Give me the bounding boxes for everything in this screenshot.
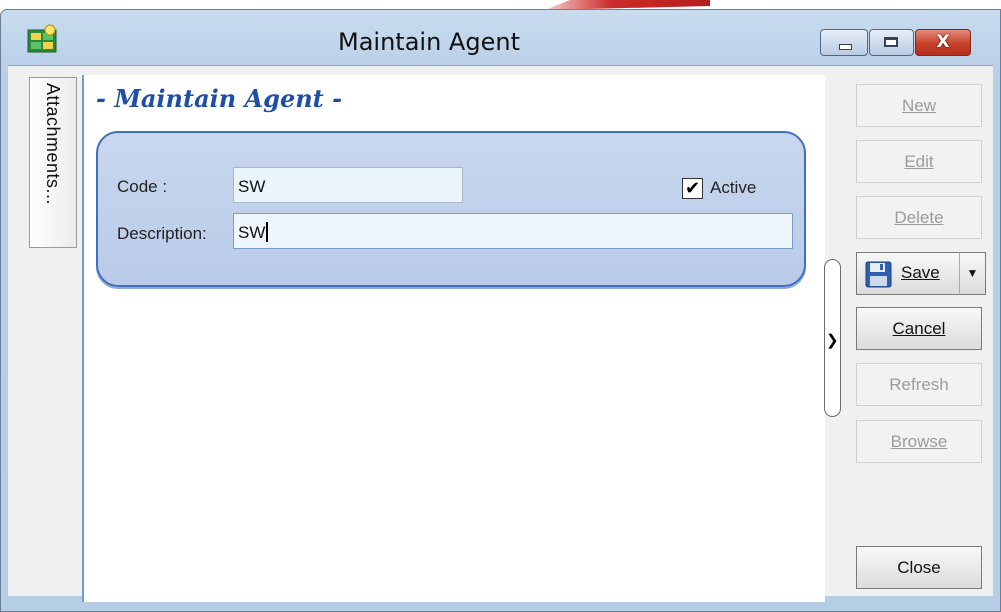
agent-details-panel — [96, 131, 806, 287]
description-value: SW — [238, 223, 266, 242]
browse-button-label: Browse — [890, 432, 948, 451]
page-title: - Maintain Agent - — [96, 84, 343, 113]
code-field[interactable]: SW — [233, 167, 463, 203]
cancel-button-label: Cancel — [892, 319, 946, 338]
delete-button[interactable]: Delete — [856, 196, 982, 239]
close-button[interactable]: Close — [856, 546, 982, 589]
close-window-button[interactable]: X — [915, 29, 971, 56]
new-button-label: New — [901, 96, 936, 115]
save-button[interactable]: Save — [856, 252, 960, 295]
chevron-right-icon[interactable]: ❯ — [826, 331, 839, 349]
text-cursor — [266, 221, 269, 242]
refresh-button-label: Refresh — [889, 375, 949, 394]
cancel-button[interactable]: Cancel — [856, 307, 982, 350]
description-field[interactable]: SW — [233, 213, 793, 249]
save-button-label: Save — [901, 263, 940, 282]
close-icon: X — [936, 32, 950, 52]
active-label: Active — [710, 178, 757, 197]
delete-button-label: Delete — [894, 208, 944, 227]
checkbox-check-icon: ✔ — [684, 178, 701, 199]
minimize-button[interactable] — [820, 29, 868, 56]
code-label: Code : — [117, 177, 168, 196]
new-button[interactable]: New — [856, 84, 982, 127]
browse-button[interactable]: Browse — [856, 420, 982, 463]
edit-button[interactable]: Edit — [856, 140, 982, 183]
minimize-icon — [839, 44, 852, 50]
active-checkbox[interactable]: ✔ — [682, 178, 703, 199]
attachments-tab[interactable]: Attachments... — [29, 77, 77, 248]
edit-button-label: Edit — [904, 152, 934, 171]
floppy-disk-icon — [865, 261, 892, 288]
attachments-tab-label: Attachments... — [43, 83, 63, 206]
chevron-down-icon: ▼ — [966, 266, 979, 280]
description-label: Description: — [117, 224, 207, 243]
maximize-button[interactable] — [869, 29, 914, 56]
window-title: Maintain Agent — [338, 28, 520, 56]
save-options-dropdown[interactable]: ▼ — [959, 252, 986, 295]
maximize-icon — [884, 37, 898, 47]
close-button-label: Close — [897, 558, 941, 577]
refresh-button[interactable]: Refresh — [856, 363, 982, 406]
